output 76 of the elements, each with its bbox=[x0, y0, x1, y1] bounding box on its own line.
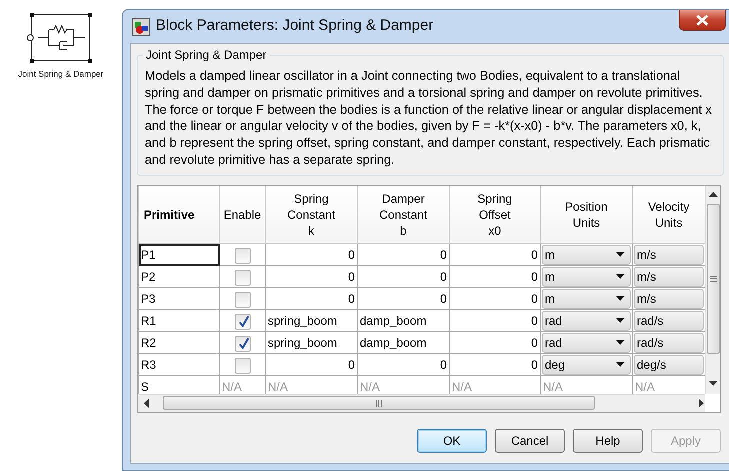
table-cell[interactable]: 0 bbox=[358, 244, 450, 266]
column-header[interactable]: Damper Constant b bbox=[358, 186, 450, 244]
table-cell[interactable]: 0 bbox=[266, 266, 358, 288]
spring-damper-block-icon[interactable] bbox=[27, 12, 95, 64]
table-cell[interactable]: R1 bbox=[138, 310, 220, 332]
table-cell[interactable]: 0 bbox=[450, 288, 540, 310]
table-cell[interactable]: damp_boom bbox=[358, 310, 450, 332]
table-cell[interactable]: 0 bbox=[358, 266, 450, 288]
table-cell[interactable]: 0 bbox=[266, 288, 358, 310]
scrollbar-thumb[interactable] bbox=[163, 396, 595, 410]
dialog-button[interactable]: Cancel bbox=[495, 428, 565, 453]
table-cell[interactable]: damp_boom bbox=[358, 332, 450, 354]
table-cell[interactable]: 0 bbox=[266, 354, 358, 376]
checkbox[interactable] bbox=[234, 314, 250, 330]
table-cell[interactable]: P2 bbox=[138, 266, 220, 288]
description-text: Models a damped linear oscillator in a Joint connecting two Bodies, equivalent to a translational spring and damper on prismatic primitives and a torsional spring and damper on revolute primitives. The force or torque F between the bodies is a function of the relative linear or angular displacement x and the linear or angular velocity v of the bodies, given by F = -k*(x-x0) - b*v. The parameters x0, k, and b represent the spring offset, spring constant, and damper constant, respectively. Each prismatic and revolute primitive has a separate spring. bbox=[145, 68, 714, 169]
velocity-units-dropdown[interactable]: rad/s bbox=[634, 310, 704, 331]
table-cell[interactable]: spring_boom bbox=[266, 310, 358, 332]
column-header[interactable]: Primitive bbox=[138, 186, 220, 244]
column-header[interactable]: Enable bbox=[220, 186, 266, 244]
close-icon bbox=[696, 14, 709, 26]
scrollbar-thumb[interactable] bbox=[706, 204, 720, 354]
checkbox[interactable] bbox=[234, 270, 250, 286]
table-cell[interactable]: P3 bbox=[138, 288, 220, 310]
checkbox[interactable] bbox=[234, 336, 250, 352]
horizontal-scrollbar[interactable] bbox=[138, 394, 705, 412]
scroll-left-icon[interactable] bbox=[144, 398, 149, 408]
table-cell[interactable]: 0 bbox=[450, 310, 540, 332]
close-button[interactable] bbox=[679, 10, 726, 31]
position-units-dropdown[interactable]: deg bbox=[542, 354, 631, 375]
caret-icon bbox=[616, 340, 625, 346]
table-cell[interactable]: 0 bbox=[266, 244, 358, 266]
position-units-dropdown[interactable]: rad bbox=[542, 332, 631, 353]
table-cell[interactable]: 0 bbox=[358, 354, 450, 376]
table-cell[interactable]: 0 bbox=[450, 332, 540, 354]
checkbox[interactable] bbox=[234, 248, 250, 264]
checkbox[interactable] bbox=[234, 292, 250, 308]
position-units-dropdown[interactable]: m bbox=[542, 244, 631, 265]
caret-icon bbox=[616, 296, 625, 302]
velocity-units-dropdown[interactable]: m/s bbox=[634, 288, 704, 309]
column-header[interactable]: Position Units bbox=[540, 186, 632, 244]
caret-icon bbox=[616, 252, 625, 258]
column-header[interactable]: Spring Offset x0 bbox=[450, 186, 540, 244]
table-cell[interactable]: 0 bbox=[450, 266, 540, 288]
column-header[interactable]: Spring Constant k bbox=[266, 186, 358, 244]
table-cell[interactable]: spring_boom bbox=[266, 332, 358, 354]
caret-icon bbox=[616, 318, 625, 324]
table-cell[interactable]: P1 bbox=[138, 244, 220, 266]
dialog-button[interactable]: OK bbox=[417, 428, 487, 453]
velocity-units-dropdown[interactable]: deg/s bbox=[634, 354, 704, 375]
checkbox[interactable] bbox=[234, 358, 250, 374]
table-cell[interactable]: R2 bbox=[138, 332, 220, 354]
velocity-units-dropdown[interactable]: m/s bbox=[634, 244, 704, 265]
velocity-units-dropdown[interactable]: rad/s bbox=[634, 332, 704, 353]
scroll-up-icon[interactable] bbox=[708, 192, 718, 197]
position-units-dropdown[interactable]: m bbox=[542, 266, 631, 287]
grip-icon bbox=[710, 276, 716, 282]
app-icon bbox=[132, 18, 150, 36]
group-title: Joint Spring & Damper bbox=[145, 48, 268, 62]
table-cell[interactable]: 0 bbox=[358, 288, 450, 310]
dialog-button[interactable]: Help bbox=[573, 428, 643, 453]
grip-icon bbox=[376, 400, 382, 407]
scroll-right-icon[interactable] bbox=[699, 398, 704, 408]
caret-icon bbox=[616, 274, 625, 280]
block-label: Joint Spring & Damper bbox=[18, 68, 104, 81]
window-title: Block Parameters: Joint Spring & Damper bbox=[156, 16, 434, 36]
table-cell[interactable]: 0 bbox=[450, 354, 540, 376]
table-cell[interactable]: 0 bbox=[450, 244, 540, 266]
vertical-scrollbar[interactable] bbox=[705, 186, 720, 394]
position-units-dropdown[interactable]: m bbox=[542, 288, 631, 309]
velocity-units-dropdown[interactable]: m/s bbox=[634, 266, 704, 287]
scroll-down-icon[interactable] bbox=[708, 380, 718, 386]
position-units-dropdown[interactable]: rad bbox=[542, 310, 631, 331]
column-header[interactable]: Velocity Units bbox=[632, 186, 705, 244]
caret-icon bbox=[616, 362, 625, 368]
table-cell[interactable]: R3 bbox=[138, 354, 220, 376]
